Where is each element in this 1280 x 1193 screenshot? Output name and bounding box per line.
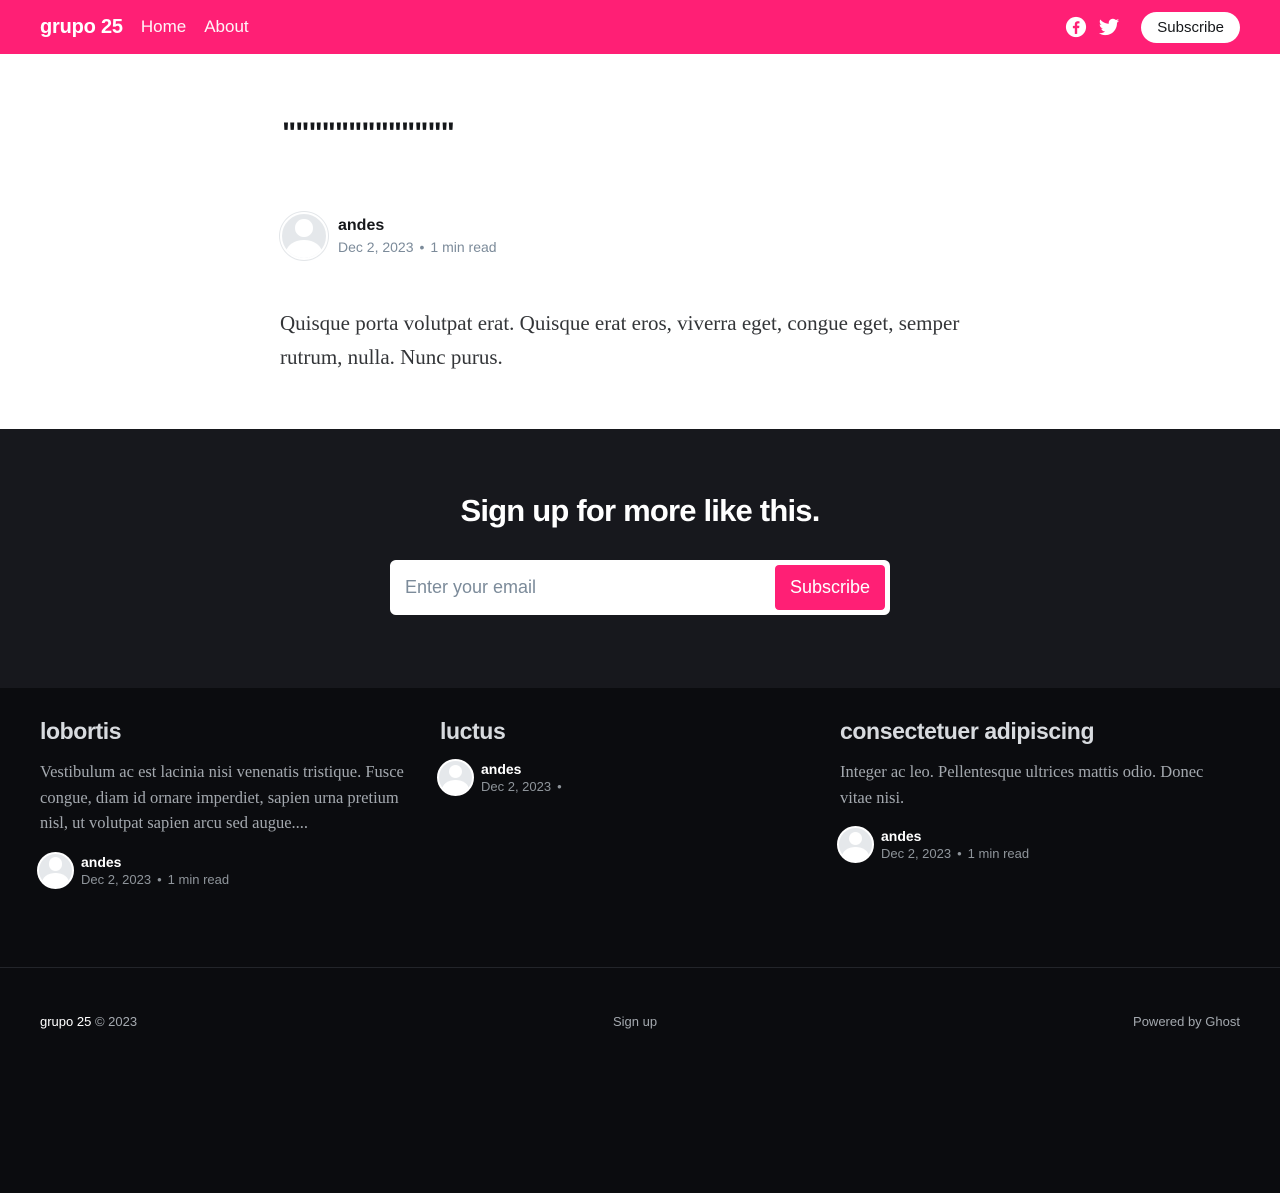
post-card-author[interactable]: andes bbox=[81, 854, 229, 870]
article-inner: """"""""""""" andes Dec 2, 2023 • 1 min re… bbox=[280, 114, 1000, 374]
post-card-date: Dec 2, 2023 bbox=[881, 846, 952, 861]
post-card-meta: Dec 2, 2023 • bbox=[481, 779, 568, 794]
article-read-time: 1 min read bbox=[430, 239, 497, 255]
nav-home[interactable]: Home bbox=[141, 17, 186, 37]
twitter-icon[interactable] bbox=[1098, 16, 1120, 38]
nav-about[interactable]: About bbox=[204, 17, 248, 37]
meta-separator: • bbox=[957, 846, 962, 861]
byline-text: andes Dec 2, 2023 • 1 min read bbox=[338, 217, 497, 255]
avatar-body-shape bbox=[42, 872, 69, 887]
article-title: """"""""""""" bbox=[282, 117, 455, 150]
post-card-byline: andes Dec 2, 2023 • bbox=[437, 759, 810, 796]
article-date: Dec 2, 2023 bbox=[338, 239, 414, 255]
avatar-body-shape bbox=[286, 239, 322, 258]
article-meta: Dec 2, 2023 • 1 min read bbox=[338, 239, 497, 255]
post-card-title[interactable]: luctus bbox=[440, 718, 810, 745]
avatar-body-shape bbox=[842, 847, 869, 861]
signup-form: Subscribe bbox=[390, 560, 890, 615]
post-card[interactable]: consectetuer adipiscing Integer ac leo. … bbox=[837, 718, 1240, 967]
author-avatar[interactable] bbox=[37, 851, 74, 889]
email-input[interactable] bbox=[395, 577, 775, 598]
facebook-icon[interactable] bbox=[1065, 16, 1087, 38]
signup-title: Sign up for more like this. bbox=[460, 493, 820, 528]
header-subscribe-button[interactable]: Subscribe bbox=[1141, 11, 1240, 43]
footer-brand[interactable]: grupo 25 bbox=[40, 1014, 91, 1029]
post-card[interactable]: luctus andes Dec 2, 2023 • bbox=[437, 718, 840, 967]
signup-subscribe-button[interactable]: Subscribe bbox=[774, 565, 885, 610]
post-card-author[interactable]: andes bbox=[881, 828, 1029, 844]
site-header: grupo 25 Home About Subscribe bbox=[0, 0, 1280, 54]
post-card-read-time: 1 min read bbox=[967, 846, 1030, 861]
article-byline: andes Dec 2, 2023 • 1 min read bbox=[280, 212, 1000, 260]
avatar-head-shape bbox=[448, 764, 463, 779]
meta-separator: • bbox=[557, 779, 562, 794]
avatar-head-shape bbox=[48, 857, 63, 871]
post-card-date: Dec 2, 2023 bbox=[481, 779, 552, 794]
post-card-excerpt: Integer ac leo. Pellentesque ultrices ma… bbox=[840, 762, 1204, 807]
author-avatar[interactable] bbox=[837, 826, 874, 863]
avatar-head-shape bbox=[848, 831, 863, 846]
author-avatar[interactable] bbox=[437, 759, 474, 796]
post-card-meta-block: andes Dec 2, 2023 • 1 min read bbox=[81, 854, 229, 887]
footer-powered-by-link[interactable]: Powered by Ghost bbox=[1133, 1014, 1240, 1193]
avatar-body-shape bbox=[442, 780, 469, 794]
related-posts: lobortis Vestibulum ac est lacinia nisi … bbox=[0, 688, 1280, 967]
site-logo[interactable]: grupo 25 bbox=[40, 16, 123, 39]
post-card-meta-block: andes Dec 2, 2023 • bbox=[481, 761, 568, 794]
post-card-excerpt: Vestibulum ac est lacinia nisi venenatis… bbox=[40, 762, 404, 832]
footer-copyright-text: © 2023 bbox=[91, 1014, 138, 1029]
avatar-head-shape bbox=[295, 219, 313, 237]
post-card-meta: Dec 2, 2023 • 1 min read bbox=[81, 872, 229, 887]
post-card-title[interactable]: consectetuer adipiscing bbox=[840, 718, 1210, 745]
post-card[interactable]: lobortis Vestibulum ac est lacinia nisi … bbox=[37, 718, 440, 967]
header-left: grupo 25 Home About bbox=[40, 16, 267, 39]
author-avatar[interactable] bbox=[280, 212, 328, 260]
post-card-byline: andes Dec 2, 2023 • 1 min read bbox=[837, 826, 1210, 863]
signup-section: Sign up for more like this. Subscribe bbox=[0, 429, 1280, 688]
author-name[interactable]: andes bbox=[338, 217, 497, 235]
meta-separator: • bbox=[157, 871, 162, 887]
meta-separator: • bbox=[419, 239, 425, 255]
post-card-meta-block: andes Dec 2, 2023 • 1 min read bbox=[881, 828, 1029, 861]
post-card-byline: andes Dec 2, 2023 • 1 min read bbox=[37, 851, 410, 889]
article: """"""""""""" andes Dec 2, 2023 • 1 min re… bbox=[0, 54, 1280, 429]
post-card-date: Dec 2, 2023 bbox=[81, 871, 152, 887]
footer-copyright: grupo 25 © 2023 bbox=[40, 1014, 137, 1193]
article-body: Quisque porta volutpat erat. Quisque era… bbox=[280, 311, 960, 369]
footer-signup-link[interactable]: Sign up bbox=[613, 1014, 657, 1193]
post-card-read-time: 1 min read bbox=[167, 871, 230, 887]
post-card-meta: Dec 2, 2023 • 1 min read bbox=[881, 846, 1029, 861]
site-footer: grupo 25 © 2023 Sign up Powered by Ghost bbox=[0, 967, 1280, 1193]
header-right: Subscribe bbox=[1065, 11, 1240, 43]
post-card-author[interactable]: andes bbox=[481, 761, 568, 777]
post-card-title[interactable]: lobortis bbox=[40, 718, 410, 745]
